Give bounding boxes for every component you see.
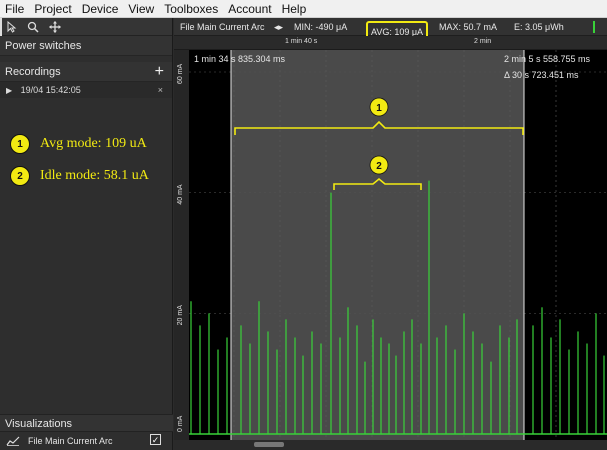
visualization-label: File Main Current Arc bbox=[28, 436, 113, 446]
y-tick-label: 40 mA bbox=[177, 184, 184, 205]
y-tick-label: 20 mA bbox=[177, 305, 184, 326]
toolbar bbox=[0, 17, 172, 36]
plot-area[interactable]: 60 mA 40 mA 20 mA 0 mA 1 2 1 min 34 s 835.3… bbox=[174, 50, 607, 440]
ruler-tick-1: 1 min 40 s bbox=[285, 38, 318, 45]
visualization-item[interactable]: File Main Current Arc ✓ bbox=[0, 432, 173, 450]
menu-file[interactable]: File bbox=[0, 0, 29, 18]
zoom-tool-icon[interactable] bbox=[22, 18, 44, 36]
annotation-badge-2: 2 bbox=[10, 166, 30, 186]
channel-title: File Main Current Arc bbox=[180, 22, 265, 32]
menu-bar: File Project Device View Toolboxes Accou… bbox=[0, 0, 607, 18]
bracket-1-label: 1 bbox=[376, 103, 382, 114]
remove-recording-button[interactable]: × bbox=[158, 82, 163, 98]
annotation-text-2: Idle mode: 58.1 uA bbox=[40, 168, 149, 183]
annotation-2: 2 Idle mode: 58.1 uA bbox=[10, 166, 149, 186]
recordings-label: Recordings bbox=[5, 66, 61, 78]
recording-item[interactable]: ▶ 19/04 15:42:05 × bbox=[0, 82, 172, 98]
annotation-text-1: Avg mode: 109 uA bbox=[40, 136, 147, 151]
annotation-1: 1 Avg mode: 109 uA bbox=[10, 134, 149, 154]
stat-energy: E: 3.05 μWh bbox=[514, 22, 564, 32]
chart-line-icon bbox=[6, 436, 20, 446]
current-chart[interactable]: 60 mA 40 mA 20 mA 0 mA 1 2 bbox=[174, 50, 607, 440]
annotation-badge-1: 1 bbox=[10, 134, 30, 154]
outside-selection-left bbox=[189, 50, 231, 440]
channel-color-indicator bbox=[593, 21, 595, 33]
pan-tool-icon[interactable] bbox=[44, 18, 66, 36]
annotation-list: 1 Avg mode: 109 uA 2 Idle mode: 58.1 uA bbox=[10, 134, 149, 198]
resize-arrows-icon[interactable]: ◂▸ bbox=[274, 18, 283, 36]
menu-toolboxes[interactable]: Toolboxes bbox=[159, 0, 223, 18]
menu-project[interactable]: Project bbox=[29, 0, 76, 18]
menu-device[interactable]: Device bbox=[77, 0, 124, 18]
stat-max: MAX: 50.7 mA bbox=[439, 22, 498, 32]
horizontal-scrollbar[interactable] bbox=[174, 440, 607, 450]
chart-header: File Main Current Arc ◂▸ MIN: -490 μA AV… bbox=[174, 18, 607, 43]
ruler-tick-2: 2 min bbox=[474, 38, 492, 45]
power-switches-section[interactable]: Power switches bbox=[0, 36, 172, 56]
menu-account[interactable]: Account bbox=[223, 0, 276, 18]
selection-start-time: 1 min 34 s 835.304 ms bbox=[194, 54, 286, 64]
selection-delta: Δ 30 s 723.451 ms bbox=[504, 70, 579, 80]
add-recording-button[interactable]: + bbox=[155, 62, 164, 82]
recordings-section: Recordings + bbox=[0, 62, 172, 82]
y-tick-label: 60 mA bbox=[177, 63, 184, 84]
selection-end-time: 2 min 5 s 558.755 ms bbox=[504, 54, 591, 64]
stat-min: MIN: -490 μA bbox=[294, 22, 348, 32]
recording-timestamp: 19/04 15:42:05 bbox=[20, 85, 81, 95]
outside-selection-right bbox=[524, 50, 607, 440]
expand-triangle-icon[interactable]: ▶ bbox=[6, 83, 12, 99]
bracket-2-label: 2 bbox=[376, 161, 382, 172]
y-tick-label: 0 mA bbox=[177, 415, 184, 432]
menu-help[interactable]: Help bbox=[277, 0, 312, 18]
visualizations-section[interactable]: Visualizations bbox=[0, 414, 173, 432]
visualization-checkbox[interactable]: ✓ bbox=[150, 434, 161, 445]
menu-view[interactable]: View bbox=[123, 0, 159, 18]
scrollbar-thumb[interactable] bbox=[254, 442, 284, 447]
left-panel: Power switches Recordings + ▶ 19/04 15:4… bbox=[0, 17, 173, 450]
time-ruler[interactable]: 1 min 40 s 2 min bbox=[174, 36, 607, 50]
pointer-tool-icon[interactable] bbox=[0, 17, 22, 36]
